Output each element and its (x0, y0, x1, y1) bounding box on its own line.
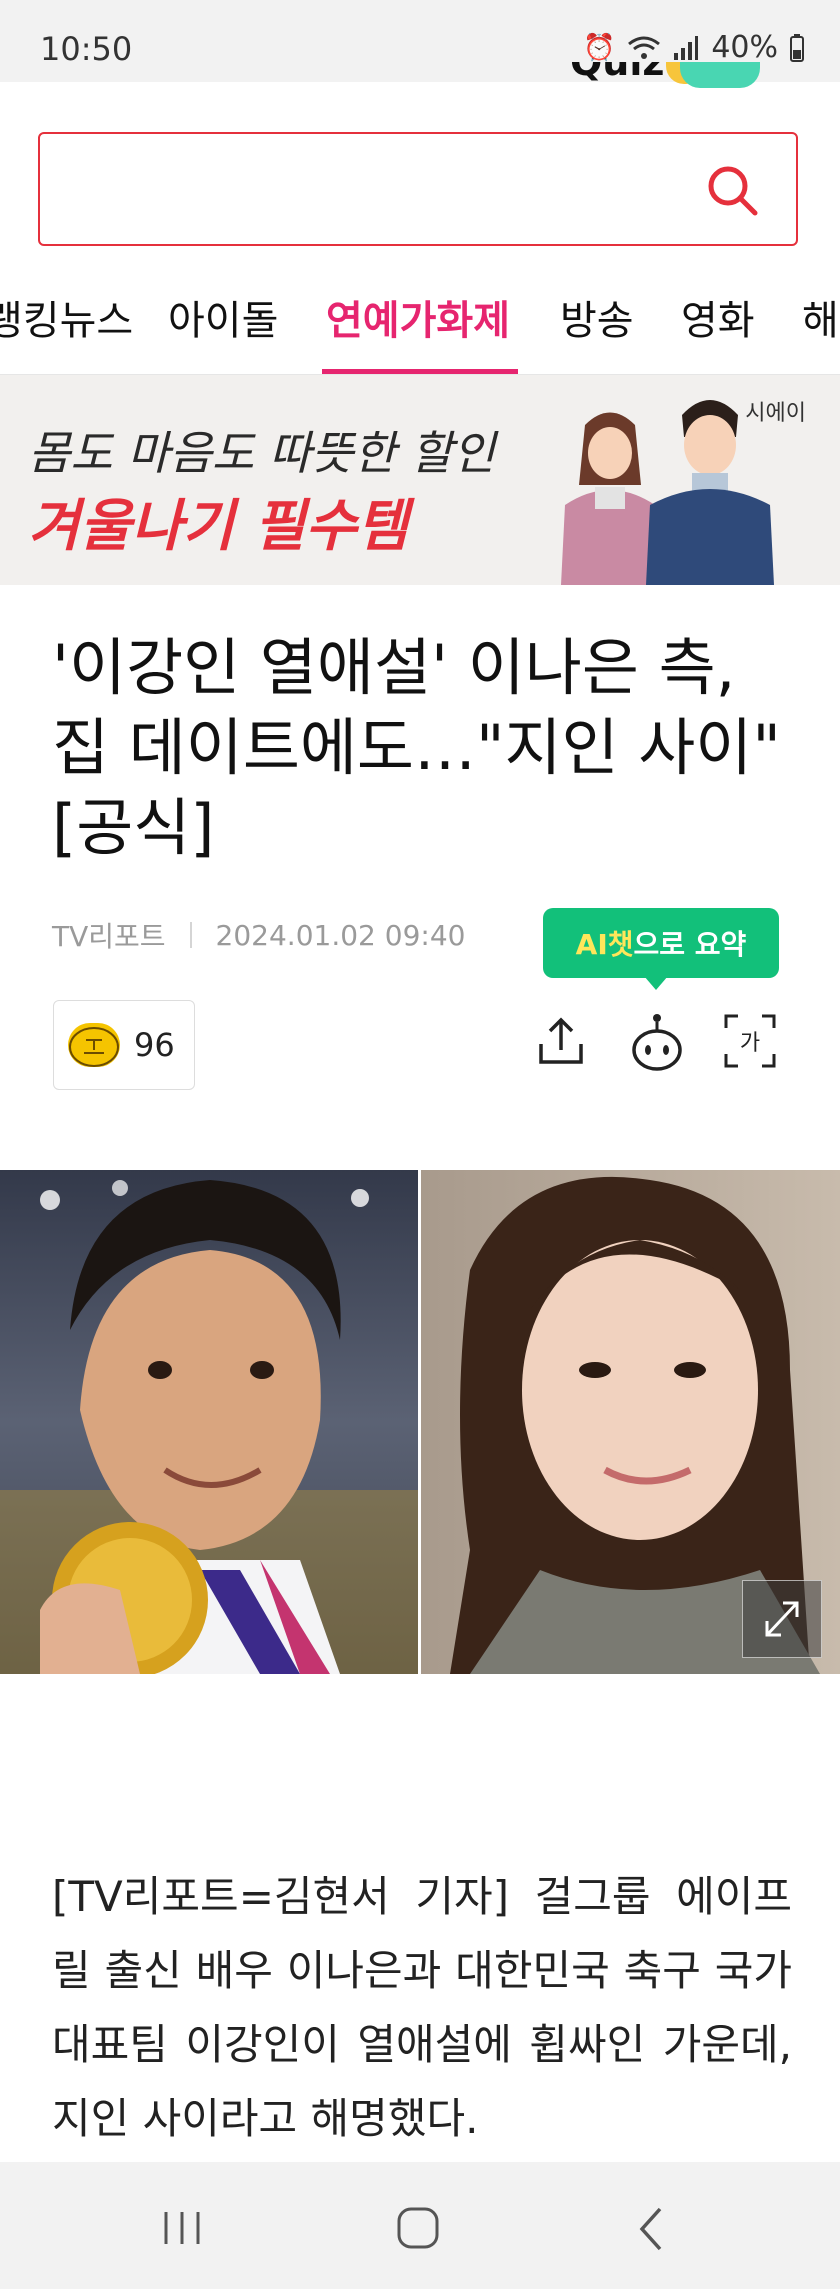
reaction-count: 96 (134, 1026, 175, 1064)
nav-item-movie[interactable]: 영화 (681, 288, 755, 346)
home-icon[interactable] (396, 2206, 440, 2250)
banner-line2: 겨울나기 필수템 (28, 494, 409, 559)
reaction-button[interactable]: 96 (53, 1000, 195, 1090)
search-box (38, 132, 798, 246)
article-meta: TV리포트 2024.01.02 09:40 (52, 915, 465, 955)
nav-item-entertainment[interactable]: 연예가화제 (326, 288, 510, 346)
article-date: 2024.01.02 09:40 (215, 918, 466, 952)
font-size-icon[interactable]: 가 (722, 1010, 778, 1072)
article-photo[interactable] (0, 1170, 840, 1674)
status-time: 10:50 (40, 30, 133, 68)
ad-banner[interactable]: 몸도 마음도 따뜻한 할인 겨울나기 필수템 시에이 (0, 375, 840, 585)
signal-icon (674, 35, 699, 60)
search-icon[interactable] (704, 162, 760, 218)
system-nav-bar (0, 2162, 840, 2289)
alarm-icon: ⏰ (582, 32, 616, 63)
battery-percent: 40% (711, 30, 778, 65)
meta-divider (189, 922, 192, 948)
nav-item-overseas[interactable]: 해 (802, 288, 839, 346)
nav-active-indicator (322, 369, 518, 374)
nav-item-ranking-news[interactable]: 랭킹뉴스 (0, 288, 133, 346)
banner-line1: 몸도 마음도 따뜻한 할인 (28, 426, 496, 480)
chatbot-icon[interactable] (629, 1010, 685, 1072)
banner-man-illustration (646, 400, 774, 585)
ai-summary-label: 으로 요약 (633, 928, 747, 961)
quiz-logo-text: Quiz (570, 62, 665, 84)
nav-item-broadcast[interactable]: 방송 (560, 288, 634, 346)
battery-icon (790, 33, 804, 62)
nav-item-idol[interactable]: 아이돌 (168, 288, 278, 346)
reaction-face-icon (68, 1023, 120, 1067)
ai-summary-button[interactable]: AI챗 으로 요약 (543, 908, 779, 978)
ai-summary-prefix: AI챗 (575, 928, 634, 961)
back-icon[interactable] (636, 2206, 666, 2252)
category-nav: 랭킹뉴스 아이돌 연예가화제 방송 영화 해 (0, 270, 840, 375)
wifi-icon (628, 36, 661, 59)
expand-icon (765, 1601, 799, 1637)
search-input[interactable] (60, 154, 684, 226)
status-icons: ⏰ 40% (583, 30, 804, 65)
article-title: '이강인 열애설' 이나은 측, 집 데이트에도…"지인 사이" [공식] (52, 631, 781, 864)
share-icon[interactable] (533, 1010, 589, 1072)
expand-photo-button[interactable] (742, 1580, 822, 1658)
article-source[interactable]: TV리포트 (52, 915, 166, 955)
recent-apps-icon[interactable] (160, 2208, 204, 2248)
quiz-logo-green-shape (680, 62, 760, 88)
article-body: [TV리포트=김현서 기자] 걸그룹 에이프릴 출신 배우 이나은과 대한민국 … (52, 1872, 792, 2143)
svg-text:가: 가 (740, 1031, 760, 1056)
ai-button-pointer (644, 976, 668, 990)
quiz-logo[interactable]: Quiz (570, 62, 790, 98)
